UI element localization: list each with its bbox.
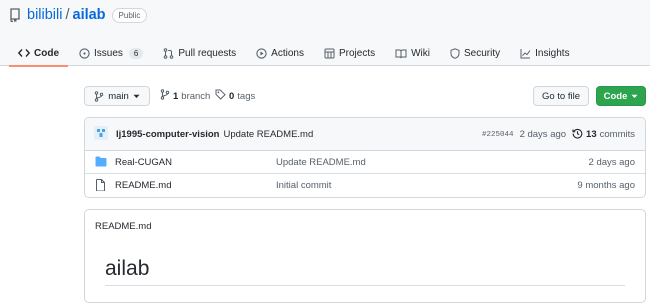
tab-actions[interactable]: Actions [247, 40, 313, 66]
repo-tabs: Code Issues 6 Pull requests Actions Proj… [9, 40, 581, 67]
commit-count-label: commits [599, 129, 635, 140]
shield-icon [450, 47, 460, 59]
repo-header: bilibili / ailab Public Code Issues 6 Pu… [0, 0, 650, 67]
folder-icon [95, 156, 107, 170]
code-dropdown-button[interactable]: Code [596, 86, 646, 106]
commit-sha[interactable]: #225044 [482, 131, 514, 139]
file-age: 2 days ago [588, 157, 635, 168]
repo-title: bilibili / ailab Public [9, 7, 148, 23]
repo-separator: / [65, 7, 70, 23]
visibility-badge: Public [111, 7, 148, 23]
play-icon [256, 47, 267, 59]
repo-owner-link[interactable]: bilibili [27, 7, 62, 23]
table-icon [324, 48, 335, 59]
branch-count: 1 [173, 90, 179, 102]
book-icon [395, 48, 407, 59]
tab-label: Issues [94, 47, 123, 59]
file-name[interactable]: Real-CUGAN [115, 157, 172, 168]
tags-link[interactable]: 0 tags [215, 89, 255, 103]
commit-author[interactable]: lj1995-computer-vision [116, 129, 219, 140]
file-age: 9 months ago [577, 180, 635, 191]
tab-label: Security [463, 47, 501, 59]
graph-icon [520, 48, 531, 59]
file-row-readme[interactable]: README.md Initial commit 9 months ago [85, 174, 645, 197]
latest-commit-bar: lj1995-computer-vision Update README.md … [85, 118, 645, 151]
tag-icon [215, 89, 226, 103]
repo-icon [9, 8, 21, 22]
tab-label: Insights [535, 47, 570, 59]
readme-divider [105, 285, 625, 286]
tab-label: Actions [271, 47, 304, 59]
tag-count-label: tags [237, 90, 256, 102]
tab-insights[interactable]: Insights [511, 40, 578, 66]
branches-link[interactable]: 1 branch [160, 89, 210, 103]
readme-filename[interactable]: README.md [95, 221, 151, 232]
avatar[interactable] [94, 125, 108, 143]
file-name[interactable]: README.md [115, 180, 171, 191]
tab-pull-requests[interactable]: Pull requests [154, 40, 245, 66]
tab-projects[interactable]: Projects [315, 40, 384, 66]
file-commit-message[interactable]: Update README.md [276, 157, 366, 168]
tab-code[interactable]: Code [9, 40, 68, 67]
tab-security[interactable]: Security [441, 40, 509, 66]
commit-meta: #225044 2 days ago 13 commits [482, 118, 635, 151]
commit-message[interactable]: Update README.md [223, 129, 313, 140]
code-icon [18, 48, 30, 58]
issue-icon [79, 47, 90, 59]
tag-count: 0 [229, 90, 235, 102]
commit-count: 13 [586, 129, 597, 140]
file-icon [95, 179, 106, 194]
tab-label: Projects [338, 47, 376, 59]
tab-label: Code [34, 47, 59, 59]
file-commit-message[interactable]: Initial commit [276, 180, 331, 191]
history-icon [572, 128, 583, 142]
readme-panel: README.md ailab [84, 209, 646, 303]
tab-label: Wiki [411, 47, 430, 59]
pull-request-icon [163, 47, 174, 59]
commit-history-link[interactable]: 13 commits [572, 128, 635, 142]
issues-counter: 6 [128, 47, 144, 59]
tab-issues[interactable]: Issues 6 [70, 40, 152, 66]
commit-age: 2 days ago [519, 129, 567, 140]
tab-label: Pull requests [178, 47, 237, 59]
repo-name-link[interactable]: ailab [73, 7, 106, 23]
readme-heading: ailab [105, 257, 150, 280]
go-to-file-button[interactable]: Go to file [533, 86, 589, 106]
code-button-label: Code [603, 90, 628, 102]
file-navigation: main 1 branch 0 tags Go to file Code [84, 86, 646, 106]
branch-count-label: branch [181, 90, 211, 102]
tab-wiki[interactable]: Wiki [386, 40, 439, 66]
branch-icon [94, 90, 104, 102]
chevron-down-icon [133, 94, 140, 99]
branch-icon [160, 89, 170, 103]
file-list: lj1995-computer-vision Update README.md … [84, 117, 646, 198]
chevron-down-icon [631, 94, 638, 99]
branch-name: main [108, 90, 129, 102]
branch-select-button[interactable]: main [84, 86, 150, 106]
file-row-real-cugan[interactable]: Real-CUGAN Update README.md 2 days ago [85, 151, 645, 174]
